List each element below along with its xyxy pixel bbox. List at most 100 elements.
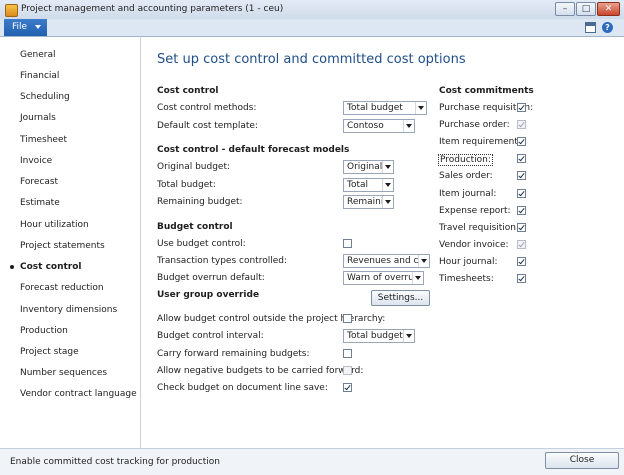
default-cost-template-label: Default cost template: (157, 121, 258, 131)
chevron-down-icon (412, 272, 423, 284)
nav-item-forecast-reduction[interactable]: Forecast reduction (20, 283, 104, 293)
user-group-override-label: User group override (157, 290, 260, 300)
commitment-travel-requisition-label: Travel requisition: (439, 223, 520, 233)
chevron-down-icon (403, 330, 414, 342)
budget-overrun-label: Budget overrun default: (157, 273, 265, 283)
window-title: Project management and accounting parame… (21, 4, 284, 14)
nav-item-scheduling[interactable]: Scheduling (20, 92, 70, 102)
chevron-down-icon (382, 161, 393, 173)
nav-item-project-stage[interactable]: Project stage (20, 347, 79, 357)
layout-icon[interactable] (585, 22, 596, 33)
commitment-item-requirement-label: Item requirement: (439, 137, 521, 147)
budget-control-interval-label: Budget control interval: (157, 331, 264, 341)
chevron-down-icon (403, 120, 414, 132)
allow-negative-checkbox[interactable] (343, 366, 352, 375)
commitment-purchase-order-checkbox[interactable] (517, 120, 526, 129)
budget-overrun-select[interactable]: Warn of overruns (343, 271, 424, 285)
close-button[interactable]: Close (545, 452, 619, 469)
nav-item-production[interactable]: Production (20, 326, 68, 336)
cost-control-methods-value: Total budget (347, 103, 403, 113)
section-budget-control: Budget control (157, 222, 233, 232)
commitment-expense-report-checkbox[interactable] (517, 206, 526, 215)
nav-item-hour-utilization[interactable]: Hour utilization (20, 220, 89, 230)
chevron-down-icon (415, 102, 426, 114)
file-menu-label: File (12, 22, 28, 32)
total-budget-label: Total budget: (157, 180, 216, 190)
transaction-types-select[interactable]: Revenues and costs (343, 254, 430, 268)
chevron-down-icon (418, 255, 429, 267)
remaining-budget-label: Remaining budget: (157, 197, 243, 207)
active-bullet-icon (10, 265, 14, 269)
help-icon[interactable]: ? (602, 22, 613, 33)
close-window-button[interactable]: ✕ (597, 2, 620, 16)
original-budget-select[interactable]: Original (343, 160, 394, 174)
cost-control-methods-label: Cost control methods: (157, 103, 257, 113)
section-cost-commitments: Cost commitments (439, 86, 534, 96)
transaction-types-value: Revenues and costs (347, 256, 419, 266)
commitment-sales-order-checkbox[interactable] (517, 171, 526, 180)
file-menu-button[interactable]: File (4, 19, 47, 36)
carry-forward-label: Carry forward remaining budgets: (157, 349, 310, 359)
commitment-purchase-order-label: Purchase order: (439, 120, 510, 130)
check-budget-line-label: Check budget on document line save: (157, 383, 328, 393)
commitment-sales-order-label: Sales order: (439, 171, 493, 181)
commitment-item-journal-label: Item journal: (439, 189, 497, 199)
commitment-purchase-requisition-checkbox[interactable] (517, 103, 526, 112)
remaining-budget-select[interactable]: Remainin (343, 195, 394, 209)
section-cost-control: Cost control (157, 86, 219, 96)
commitment-hour-journal-checkbox[interactable] (517, 257, 526, 266)
nav-item-inventory-dimensions[interactable]: Inventory dimensions (20, 305, 117, 315)
nav-item-number-sequences[interactable]: Number sequences (20, 368, 107, 378)
nav-item-invoice[interactable]: Invoice (20, 156, 52, 166)
section-forecast-models: Cost control - default forecast models (157, 145, 350, 155)
ribbon-bar (0, 19, 624, 37)
check-budget-line-checkbox[interactable] (343, 383, 352, 392)
maximize-button[interactable]: □ (576, 2, 596, 16)
status-text: Enable committed cost tracking for produ… (10, 457, 220, 467)
commitment-travel-requisition-checkbox[interactable] (517, 223, 526, 232)
commitment-item-requirement-checkbox[interactable] (517, 137, 526, 146)
minimize-button[interactable]: – (555, 2, 575, 16)
commitment-vendor-invoice-label: Vendor invoice: (439, 240, 509, 250)
use-budget-control-label: Use budget control: (157, 239, 246, 249)
commitment-item-journal-checkbox[interactable] (517, 189, 526, 198)
budget-overrun-value: Warn of overruns (347, 273, 413, 283)
allow-negative-label: Allow negative budgets to be carried for… (157, 366, 364, 376)
chevron-down-icon (382, 179, 393, 191)
budget-control-interval-select[interactable]: Total budget (343, 329, 415, 343)
commitment-production-checkbox[interactable] (517, 154, 526, 163)
allow-outside-hierarchy-checkbox[interactable] (343, 314, 352, 323)
nav-item-forecast[interactable]: Forecast (20, 177, 58, 187)
original-budget-label: Original budget: (157, 162, 231, 172)
chevron-down-icon (35, 25, 41, 29)
cost-control-methods-select[interactable]: Total budget (343, 101, 427, 115)
nav-item-cost-control[interactable]: Cost control (20, 262, 82, 272)
default-cost-template-select[interactable]: Contoso (343, 119, 415, 133)
remaining-budget-value: Remainin (347, 197, 383, 207)
original-budget-value: Original (347, 162, 383, 172)
commitment-timesheets-label: Timesheets: (439, 274, 494, 284)
page-title: Set up cost control and committed cost o… (157, 52, 466, 67)
nav-item-journals[interactable]: Journals (20, 113, 56, 123)
nav-item-vendor-contract-language[interactable]: Vendor contract language (20, 389, 137, 399)
use-budget-control-checkbox[interactable] (343, 239, 352, 248)
carry-forward-checkbox[interactable] (343, 349, 352, 358)
commitment-production-label: Production: (438, 154, 493, 166)
commitment-expense-report-label: Expense report: (439, 206, 511, 216)
commitment-vendor-invoice-checkbox[interactable] (517, 240, 526, 249)
chevron-down-icon (382, 196, 393, 208)
app-icon (5, 4, 18, 17)
budget-control-interval-value: Total budget (347, 331, 403, 341)
default-cost-template-value: Contoso (347, 121, 384, 131)
nav-item-timesheet[interactable]: Timesheet (20, 135, 67, 145)
commitment-hour-journal-label: Hour journal: (439, 257, 498, 267)
nav-item-general[interactable]: General (20, 50, 55, 60)
total-budget-select[interactable]: Total (343, 178, 394, 192)
commitment-timesheets-checkbox[interactable] (517, 274, 526, 283)
nav-item-project-statements[interactable]: Project statements (20, 241, 105, 251)
settings-button[interactable]: Settings... (371, 290, 430, 306)
total-budget-value: Total (347, 180, 369, 190)
nav-item-estimate[interactable]: Estimate (20, 198, 60, 208)
nav-item-financial[interactable]: Financial (20, 71, 59, 81)
transaction-types-label: Transaction types controlled: (157, 256, 287, 266)
